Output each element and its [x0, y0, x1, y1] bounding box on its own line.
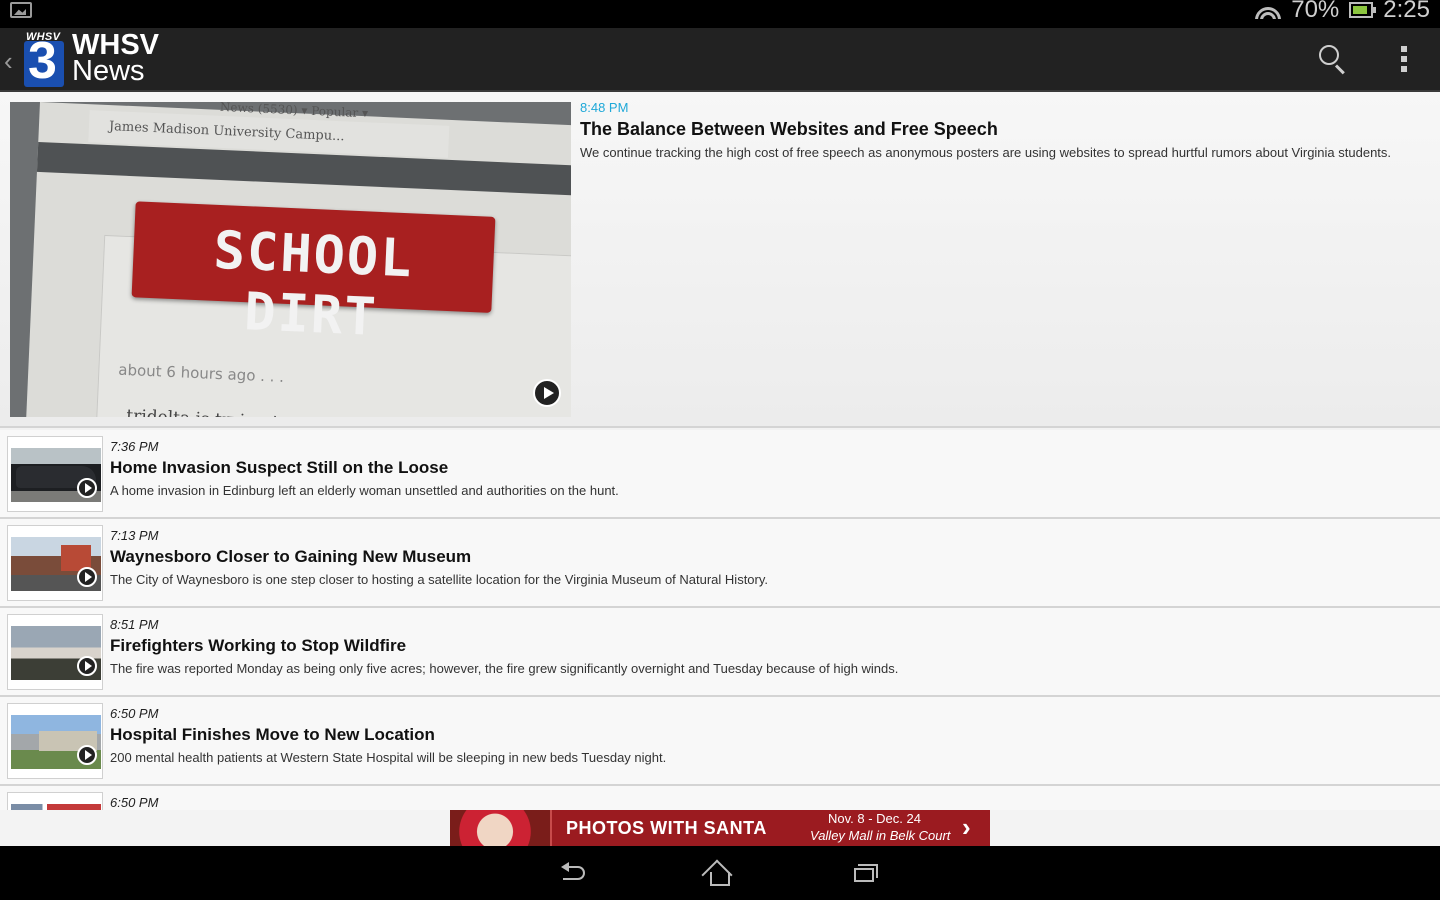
story-description: The fire was reported Monday as being on… — [110, 661, 899, 676]
app-logo[interactable]: 3 WHSV — [24, 31, 64, 87]
list-item[interactable]: 7:36 PM Home Invasion Suspect Still on t… — [0, 430, 1440, 519]
thumb-sign: SCHOOL DIRT — [131, 201, 496, 348]
navigation-bar — [0, 846, 1440, 900]
story-title[interactable]: Home Invasion Suspect Still on the Loose — [110, 458, 448, 478]
story-title[interactable]: Firefighters Working to Stop Wildfire — [110, 636, 406, 656]
home-icon[interactable] — [700, 858, 740, 891]
back-caret-icon[interactable]: ‹ — [4, 46, 13, 77]
battery-percent: 70% — [1291, 0, 1340, 23]
story-description: A home invasion in Edinburg left an elde… — [110, 483, 619, 498]
story-time: 8:51 PM — [110, 617, 159, 632]
play-icon[interactable] — [77, 567, 97, 587]
story-list[interactable]: News (5530) ▾ Popular ▾ James Madison Un… — [0, 92, 1440, 810]
ad-dates: Nov. 8 - Dec. 24 — [828, 811, 921, 826]
play-icon[interactable] — [77, 656, 97, 676]
story-time: 7:13 PM — [110, 528, 159, 543]
logo-top-text: WHSV — [26, 31, 61, 43]
story-thumbnail[interactable] — [7, 703, 103, 779]
featured-thumbnail[interactable]: News (5530) ▾ Popular ▾ James Madison Un… — [10, 102, 571, 417]
app-title-line2: News — [72, 55, 145, 87]
play-icon[interactable] — [77, 478, 97, 498]
chevron-right-icon: › — [962, 812, 971, 842]
list-item[interactable]: 6:50 PM — [0, 786, 1440, 810]
featured-title[interactable]: The Balance Between Websites and Free Sp… — [580, 119, 998, 140]
santa-image — [450, 810, 550, 846]
search-icon[interactable] — [1316, 42, 1350, 76]
story-time: 6:50 PM — [110, 706, 159, 721]
story-time: 6:50 PM — [110, 795, 159, 810]
story-description: 200 mental health patients at Western St… — [110, 750, 667, 765]
action-bar: ‹ 3 WHSV WHSV News — [0, 28, 1440, 92]
app-title: WHSV News — [72, 31, 159, 87]
story-description: The City of Waynesboro is one step close… — [110, 572, 769, 587]
story-time: 7:36 PM — [110, 439, 159, 454]
ad-divider — [550, 810, 552, 846]
status-bar: 70% 2:25 — [0, 0, 1440, 28]
story-thumbnail[interactable] — [7, 436, 103, 512]
thumbnail-image — [11, 804, 101, 810]
wifi-icon — [1255, 1, 1282, 19]
list-item[interactable]: 7:13 PM Waynesboro Closer to Gaining New… — [0, 519, 1440, 608]
featured-story[interactable]: News (5530) ▾ Popular ▾ James Madison Un… — [0, 92, 1440, 428]
thumb-screen: News (5530) ▾ Popular ▾ James Madison Un… — [26, 102, 571, 417]
battery-icon — [1349, 2, 1377, 18]
featured-time: 8:48 PM — [580, 100, 629, 115]
back-icon[interactable] — [557, 858, 597, 888]
list-item[interactable]: 6:50 PM Hospital Finishes Move to New Lo… — [0, 697, 1440, 786]
recent-apps-icon[interactable] — [846, 858, 886, 888]
play-icon[interactable] — [77, 745, 97, 765]
ad-venue: Valley Mall in Belk Court — [810, 828, 951, 843]
story-title[interactable]: Waynesboro Closer to Gaining New Museum — [110, 547, 471, 567]
story-thumbnail[interactable] — [7, 525, 103, 601]
clock: 2:25 — [1383, 0, 1430, 23]
ad-banner[interactable]: PHOTOS WITH SANTA Nov. 8 - Dec. 24 Valle… — [450, 810, 990, 846]
story-thumbnail[interactable] — [7, 614, 103, 690]
list-item[interactable]: 8:51 PM Firefighters Working to Stop Wil… — [0, 608, 1440, 697]
status-icons: 70% 2:25 — [1255, 0, 1430, 24]
gallery-notification-icon — [10, 2, 32, 18]
featured-description: We continue tracking the high cost of fr… — [580, 145, 1392, 160]
ad-headline: PHOTOS WITH SANTA — [566, 818, 767, 838]
story-title[interactable]: Hospital Finishes Move to New Location — [110, 725, 435, 745]
play-icon[interactable] — [533, 379, 561, 407]
thumb-tab-text: James Madison University Campu... — [108, 119, 345, 145]
thumb-sign-text: SCHOOL DIRT — [212, 220, 415, 348]
story-thumbnail[interactable] — [7, 792, 103, 810]
overflow-menu-icon[interactable] — [1396, 46, 1412, 74]
